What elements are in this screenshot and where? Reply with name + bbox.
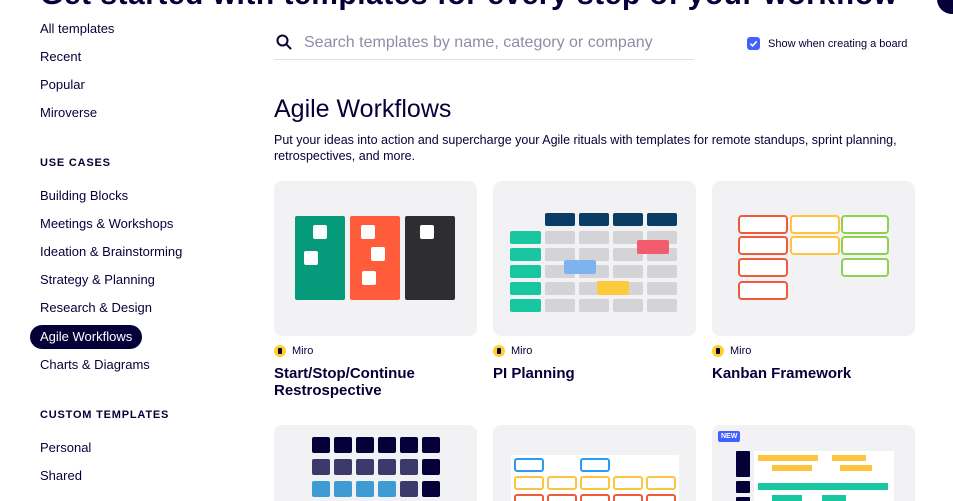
miro-logo-icon [274, 345, 286, 357]
author-name: Miro [511, 345, 533, 357]
search-input[interactable] [304, 30, 684, 56]
template-preview-image [312, 437, 440, 497]
sidebar-item-strategy-planning[interactable]: Strategy & Planning [40, 271, 155, 289]
miro-logo-icon [712, 345, 724, 357]
sidebar-item-meetings-workshops[interactable]: Meetings & Workshops [40, 215, 173, 233]
template-thumbnail-start-stop-continue[interactable] [274, 181, 477, 336]
sidebar-item-research-design[interactable]: Research & Design [40, 299, 152, 317]
template-thumbnail-kanban-framework[interactable] [712, 181, 915, 336]
sidebar-item-miroverse[interactable]: Miroverse [40, 104, 97, 122]
sidebar-item-charts-diagrams[interactable]: Charts & Diagrams [40, 356, 150, 374]
sidebar-item-shared[interactable]: Shared [40, 467, 82, 485]
sidebar-item-popular[interactable]: Popular [40, 76, 85, 94]
sidebar-item-building-blocks[interactable]: Building Blocks [40, 187, 128, 205]
template-preview-image [736, 451, 894, 501]
template-thumbnail-row2-3[interactable]: NEW [712, 425, 915, 501]
sidebar-item-recent[interactable]: Recent [40, 48, 81, 66]
show-when-creating-toggle[interactable]: Show when creating a board [747, 37, 907, 50]
sidebar-item-all-templates[interactable]: All templates [40, 20, 114, 38]
pi-planning-preview-image [510, 213, 677, 312]
checkmark-icon [749, 40, 758, 47]
sidebar-item-ideation-brainstorming[interactable]: Ideation & Brainstorming [40, 243, 182, 261]
retrospective-preview-image [295, 216, 455, 300]
template-preview-image [511, 455, 679, 501]
author-name: Miro [730, 345, 752, 357]
search-bar [274, 26, 694, 60]
template-title[interactable]: PI Planning [493, 365, 703, 382]
show-when-creating-checkbox[interactable] [747, 37, 760, 50]
section-description: Put your ideas into action and superchar… [274, 133, 897, 163]
section-title: Agile Workflows [274, 95, 452, 123]
template-author: Miro [712, 345, 751, 357]
search-icon [276, 34, 292, 50]
custom-templates-heading: CUSTOM TEMPLATES [40, 409, 170, 421]
new-badge: NEW [718, 431, 741, 442]
template-thumbnail-row2-2[interactable] [493, 425, 696, 501]
use-cases-heading: USE CASES [40, 157, 111, 169]
kanban-preview-image [738, 215, 889, 300]
sidebar-item-personal[interactable]: Personal [40, 439, 91, 457]
sidebar: All templates Recent Popular Miroverse U… [0, 0, 240, 501]
sidebar-item-agile-workflows[interactable]: Agile Workflows [30, 325, 143, 349]
template-author: Miro [493, 345, 532, 357]
template-thumbnail-row2-1[interactable] [274, 425, 477, 501]
template-title[interactable]: Start/Stop/Continue Restrospective [274, 365, 484, 399]
template-title[interactable]: Kanban Framework [712, 365, 922, 382]
template-author: Miro [274, 345, 313, 357]
miro-logo-icon [493, 345, 505, 357]
show-when-creating-label: Show when creating a board [768, 37, 908, 50]
author-name: Miro [292, 345, 314, 357]
template-thumbnail-pi-planning[interactable] [493, 181, 696, 336]
